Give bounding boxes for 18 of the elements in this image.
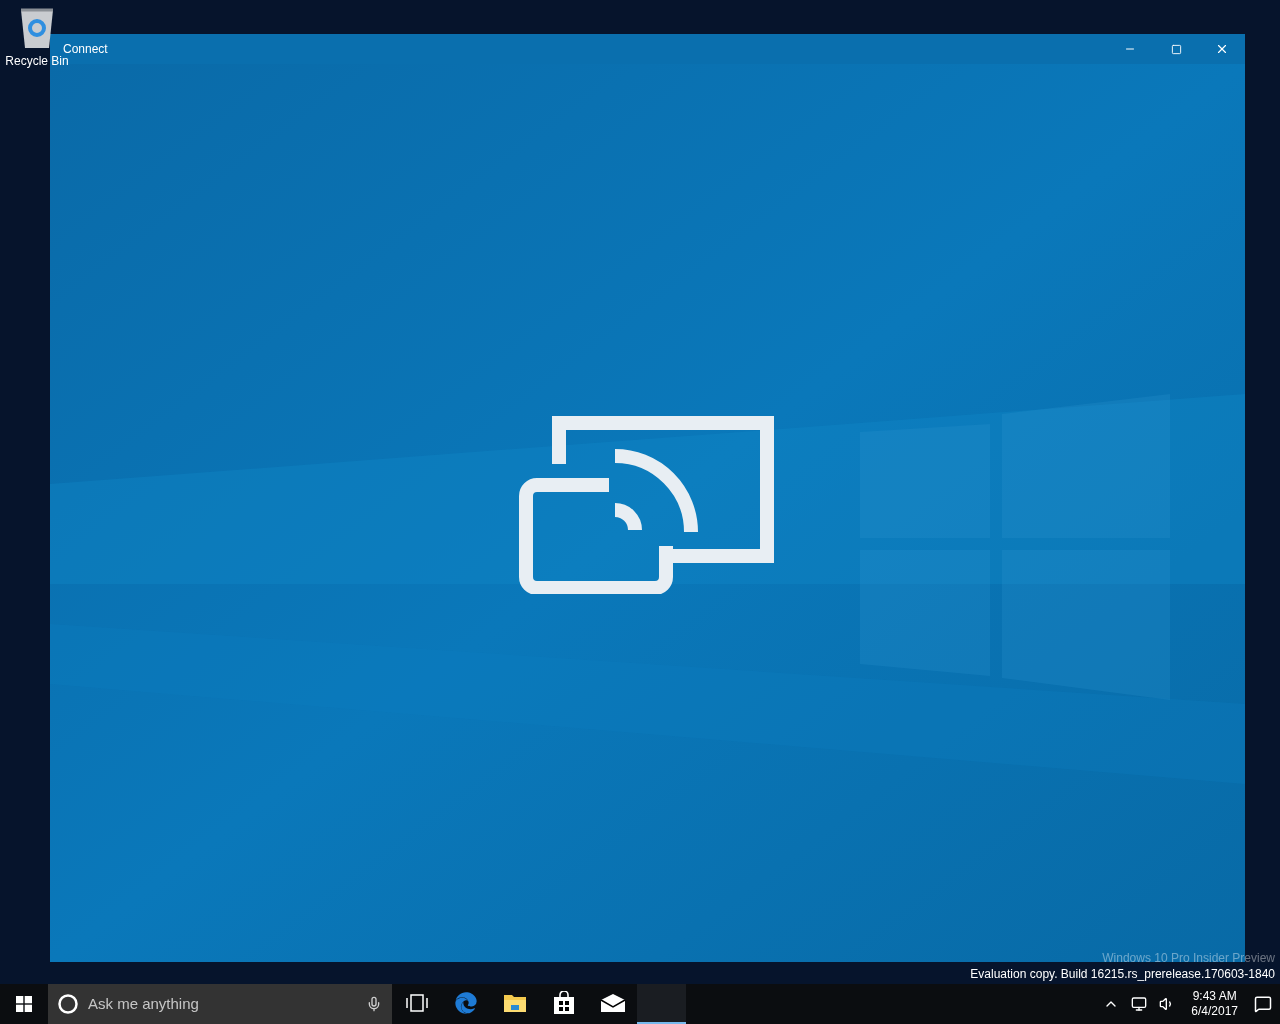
watermark-text: Evaluation copy. Build 16215.rs_prerelease.170603-1840 — [970, 966, 1275, 982]
microphone-icon[interactable] — [366, 996, 382, 1012]
maximize-icon — [1170, 43, 1182, 55]
envelope-icon — [599, 993, 626, 1013]
notifications-icon[interactable] — [1254, 995, 1272, 1013]
network-icon[interactable] — [1131, 996, 1148, 1012]
taskbar-app-button[interactable] — [637, 984, 686, 1024]
clock[interactable]: 9:43 AM 6/4/2017 — [1187, 989, 1242, 1019]
task-view-icon — [405, 994, 428, 1012]
cast-icon — [518, 416, 777, 594]
shopping-bag-icon — [552, 991, 575, 1015]
folder-icon — [502, 992, 527, 1014]
browser-icon — [454, 992, 477, 1014]
close-icon — [1215, 42, 1229, 56]
search-field[interactable]: Ask me anything — [48, 984, 392, 1024]
search-input[interactable]: Ask me anything — [88, 992, 356, 1016]
ring-icon — [58, 994, 78, 1014]
windows-logo-icon — [16, 996, 32, 1012]
